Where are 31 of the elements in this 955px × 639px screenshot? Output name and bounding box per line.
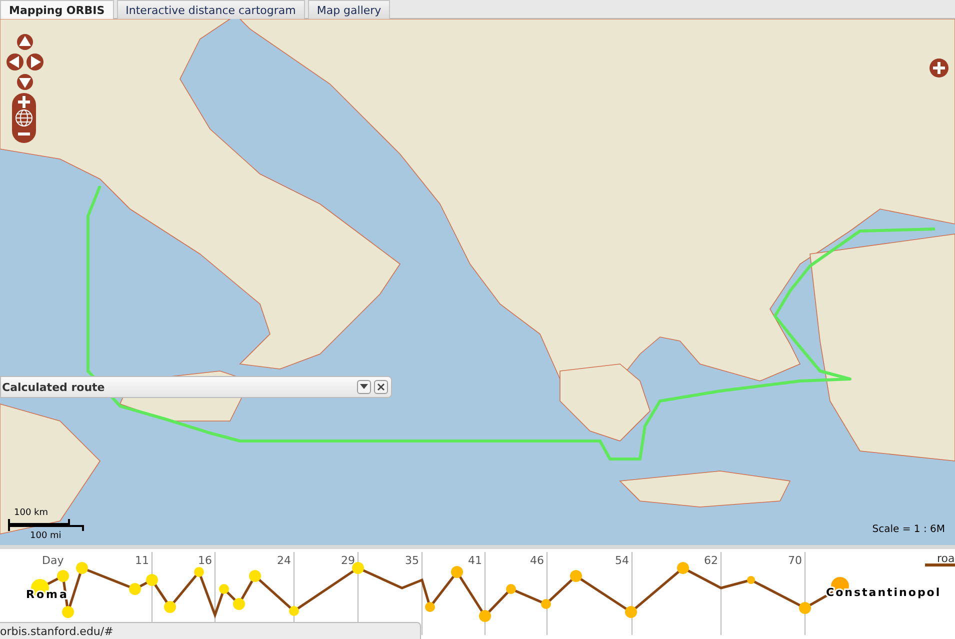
panel-title: Calculated route (1, 380, 106, 394)
caret-icon (360, 384, 368, 390)
map-scale: Scale = 1 : 6M (872, 524, 945, 535)
day-label: 54 (615, 554, 629, 567)
expand-button[interactable] (929, 58, 949, 78)
status-bar: orbis.stanford.edu/# (0, 622, 421, 639)
axis-label: Day (42, 554, 64, 567)
day-label: 16 (198, 554, 212, 567)
tab[interactable]: Interactive distance cartogram (116, 0, 305, 19)
day-label: 62 (704, 554, 718, 567)
day-label: 41 (468, 554, 482, 567)
day-label: 70 (788, 554, 802, 567)
day-label: 46 (530, 554, 544, 567)
tab[interactable]: Map gallery (308, 0, 390, 19)
pan-right-button[interactable] (26, 54, 44, 70)
collapse-button[interactable] (357, 380, 371, 394)
tab[interactable]: Mapping ORBIS (0, 0, 114, 19)
legend-label: roa (937, 552, 955, 565)
day-label: 24 (277, 554, 291, 567)
day-label: 29 (341, 554, 355, 567)
scale-mi: 100 mi (30, 532, 62, 541)
close-icon (377, 383, 385, 391)
scale-km: 100 km (14, 509, 48, 518)
globe-icon[interactable] (16, 110, 32, 126)
pan-down-button[interactable] (17, 74, 33, 90)
day-label: 35 (405, 554, 419, 567)
zoom-in-button[interactable] (16, 94, 32, 110)
close-button[interactable] (374, 380, 388, 394)
pan-left-button[interactable] (6, 54, 24, 70)
day-label: 11 (135, 554, 149, 567)
pan-up-button[interactable] (17, 34, 33, 50)
